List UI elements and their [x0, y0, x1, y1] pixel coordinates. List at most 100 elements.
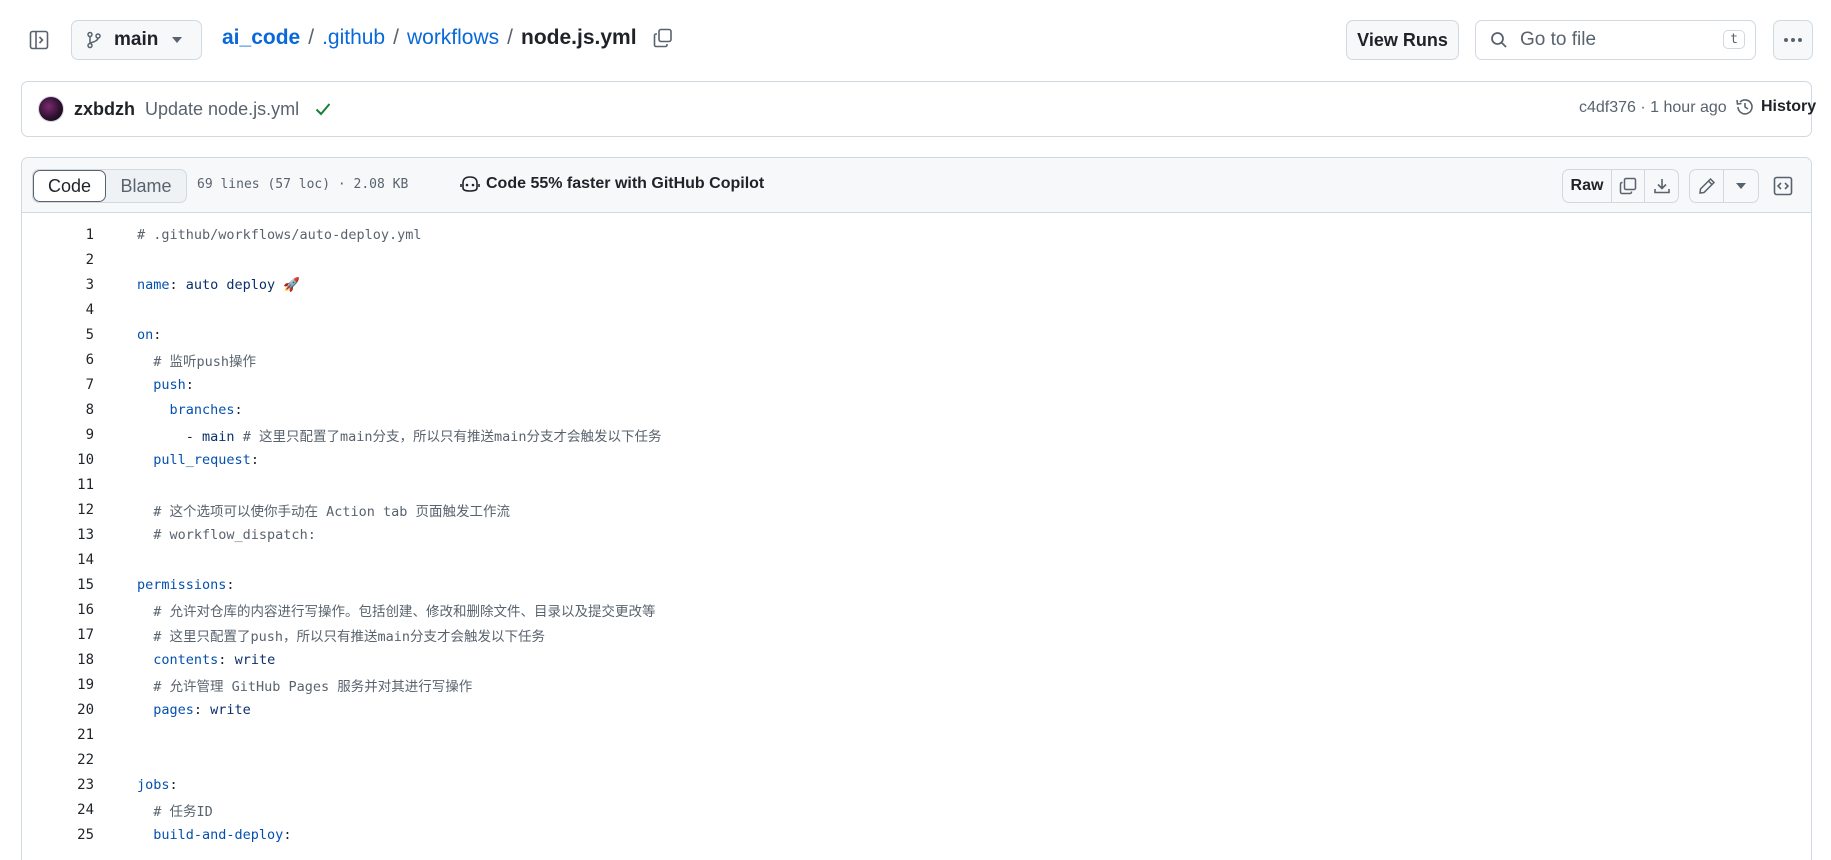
line-number[interactable]: 25	[22, 827, 94, 843]
copy-path-icon[interactable]	[653, 28, 673, 48]
edit-file-button[interactable]	[1690, 170, 1724, 202]
code-token: # 允许管理 GitHub Pages 服务并对其进行写操作	[153, 678, 473, 695]
line-number[interactable]: 21	[22, 727, 94, 743]
line-number[interactable]: 8	[22, 402, 94, 418]
line-content: on:	[137, 327, 161, 343]
line-number[interactable]: 7	[22, 377, 94, 393]
line-content: # 监听push操作	[137, 350, 256, 370]
code-line: 22	[22, 747, 1811, 772]
line-number[interactable]: 5	[22, 327, 94, 343]
code-line: 20 pages: write	[22, 697, 1811, 722]
history-button[interactable]: History	[1735, 97, 1816, 117]
line-number[interactable]: 9	[22, 427, 94, 443]
breadcrumb-workflows-link[interactable]: workflows	[407, 26, 499, 50]
code-token: :	[250, 451, 259, 468]
copy-raw-button[interactable]	[1612, 170, 1645, 202]
line-content: # 这里只配置了push，所以只有推送main分支才会触发以下任务	[137, 625, 545, 645]
line-number[interactable]: 24	[22, 802, 94, 818]
line-content: branches:	[137, 402, 243, 418]
line-number[interactable]: 6	[22, 352, 94, 368]
line-content: - main # 这里只配置了main分支，所以只有推送main分支才会触发以下…	[137, 425, 662, 445]
go-to-file-search[interactable]: t	[1475, 20, 1756, 60]
line-content: pull_request:	[137, 452, 259, 468]
commit-hash-and-time[interactable]: c4df376 · 1 hour ago	[1579, 99, 1727, 117]
more-options-button[interactable]	[1773, 20, 1813, 60]
avatar[interactable]	[38, 96, 64, 122]
edit-options-dropdown[interactable]	[1724, 170, 1758, 202]
breadcrumb-github-link[interactable]: .github	[322, 26, 385, 50]
raw-button[interactable]: Raw	[1563, 170, 1612, 202]
commit-author[interactable]: zxbdzh	[74, 99, 135, 120]
code-line: 13 # workflow_dispatch:	[22, 522, 1811, 547]
code-token: permissions	[137, 576, 227, 593]
history-label: History	[1761, 98, 1817, 115]
code-token: pull_request	[153, 451, 251, 468]
line-number[interactable]: 16	[22, 602, 94, 618]
line-number[interactable]: 4	[22, 302, 94, 318]
code-line: 25 build-and-deploy:	[22, 822, 1811, 847]
branch-selector-button[interactable]: main	[71, 20, 202, 60]
line-number[interactable]: 18	[22, 652, 94, 668]
line-number[interactable]: 11	[22, 477, 94, 493]
line-number[interactable]: 19	[22, 677, 94, 693]
code-line: 7 push:	[22, 372, 1811, 397]
line-number[interactable]: 17	[22, 627, 94, 643]
code-token: # 监听push操作	[153, 353, 257, 370]
tab-blame[interactable]: Blame	[106, 170, 186, 202]
breadcrumb-separator: /	[308, 26, 315, 49]
line-content: push:	[137, 377, 194, 393]
line-number[interactable]: 15	[22, 577, 94, 593]
download-button[interactable]	[1645, 170, 1678, 202]
line-number[interactable]: 12	[22, 502, 94, 518]
keyboard-shortcut-hint: t	[1723, 30, 1745, 49]
file-viewer: Code Blame 69 lines (57 loc) · 2.08 KB C…	[21, 157, 1812, 860]
line-number[interactable]: 1	[22, 227, 94, 243]
check-icon[interactable]	[315, 102, 331, 116]
code-line: 16 # 允许对仓库的内容进行写操作。包括创建、修改和删除文件、目录以及提交更改…	[22, 597, 1811, 622]
file-header: Code Blame 69 lines (57 loc) · 2.08 KB C…	[22, 158, 1811, 213]
git-branch-icon	[87, 31, 101, 49]
line-content: # 允许管理 GitHub Pages 服务并对其进行写操作	[137, 675, 472, 695]
pencil-icon	[1698, 177, 1715, 194]
code-line: 18 contents: write	[22, 647, 1811, 672]
breadcrumb-repo-link[interactable]: ai_code	[222, 26, 300, 50]
raw-actions-group: Raw	[1562, 169, 1679, 203]
line-number[interactable]: 14	[22, 552, 94, 568]
copy-icon	[1619, 177, 1637, 195]
line-content: # workflow_dispatch:	[137, 527, 316, 543]
code-token: :	[169, 776, 178, 793]
breadcrumb: ai_code / .github / workflows / node.js.…	[222, 26, 673, 50]
sidebar-toggle-icon[interactable]	[26, 27, 52, 53]
go-to-file-input[interactable]	[1520, 29, 1720, 51]
line-number[interactable]: 13	[22, 527, 94, 543]
tab-code[interactable]: Code	[33, 170, 106, 202]
symbols-panel-button[interactable]	[1766, 169, 1800, 203]
copilot-promo-link[interactable]: Code 55% faster with GitHub Copilot	[460, 175, 764, 193]
caret-down-icon	[1736, 183, 1746, 189]
code-line: 19 # 允许管理 GitHub Pages 服务并对其进行写操作	[22, 672, 1811, 697]
line-number[interactable]: 3	[22, 277, 94, 293]
commit-message[interactable]: Update node.js.yml	[145, 99, 299, 120]
line-number[interactable]: 22	[22, 752, 94, 768]
line-content: # .github/workflows/auto-deploy.yml	[137, 227, 421, 243]
line-number[interactable]: 10	[22, 452, 94, 468]
code-token: jobs	[137, 776, 170, 793]
line-number[interactable]: 23	[22, 777, 94, 793]
code-line: 9 - main # 这里只配置了main分支，所以只有推送main分支才会触发…	[22, 422, 1811, 447]
line-content: pages: write	[137, 702, 251, 718]
code-token: write	[234, 651, 276, 668]
line-number[interactable]: 2	[22, 252, 94, 268]
line-content: # 允许对仓库的内容进行写操作。包括创建、修改和删除文件、目录以及提交更改等	[137, 600, 655, 620]
code-token: name	[137, 276, 170, 293]
line-content: # 这个选项可以使你手动在 Action tab 页面触发工作流	[137, 500, 510, 520]
line-number[interactable]: 20	[22, 702, 94, 718]
line-content: contents: write	[137, 652, 275, 668]
breadcrumb-separator: /	[507, 26, 513, 49]
view-runs-button[interactable]: View Runs	[1346, 20, 1459, 60]
code-line: 24 # 任务ID	[22, 797, 1811, 822]
